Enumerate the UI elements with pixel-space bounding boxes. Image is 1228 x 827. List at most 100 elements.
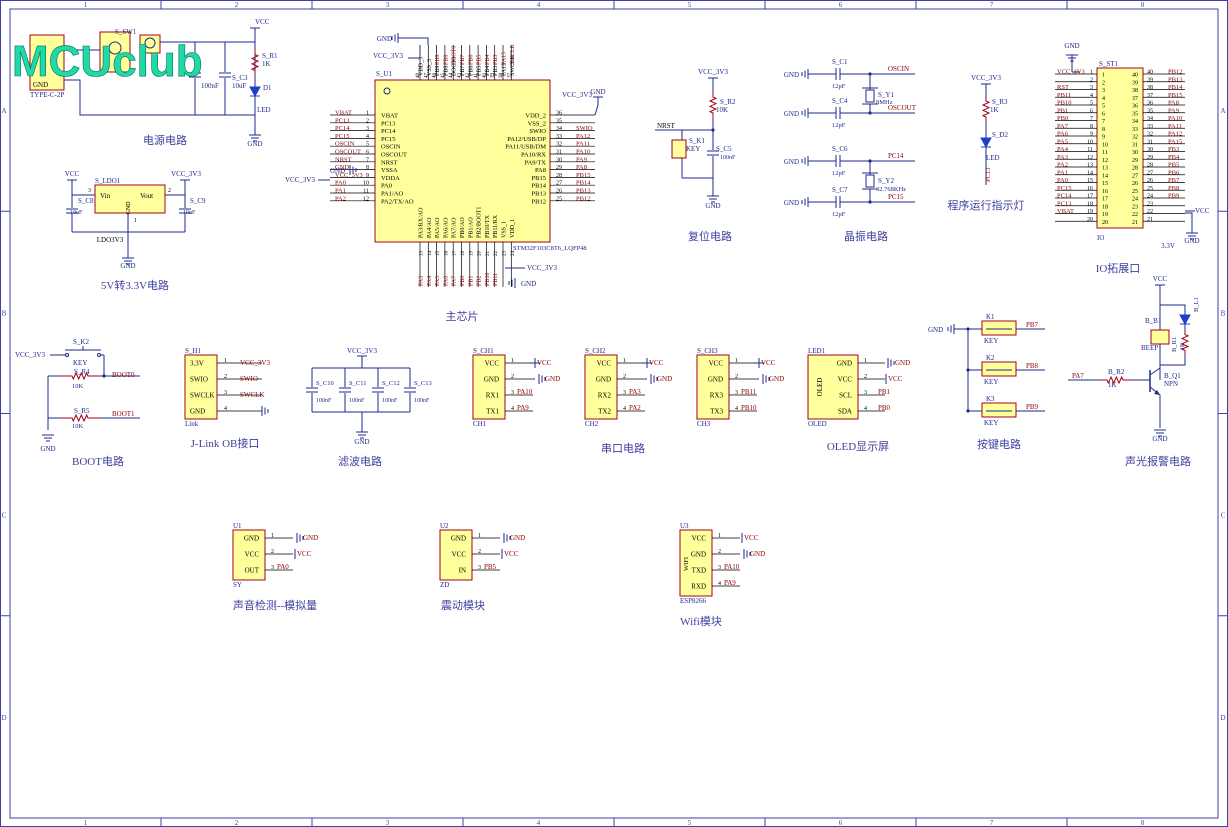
pin-number: 32 (556, 142, 562, 148)
pin-name: RX3 (710, 392, 724, 400)
pin-number: 44 (449, 73, 454, 79)
net-label: PB10 (1057, 100, 1071, 107)
pin-name: OUT (245, 567, 260, 575)
pin-number: 3 (511, 390, 514, 396)
column-marker: 8 (1141, 1, 1145, 9)
pin-number: 36 (1147, 101, 1153, 107)
ref-label: S_Y2 (878, 177, 894, 185)
pin-number: 17 (1087, 194, 1093, 200)
net-label: GND (657, 375, 672, 383)
pin-number: 29 (556, 165, 562, 171)
pin-number: 17 (453, 251, 458, 257)
part-label: TYPE-C-2P (30, 91, 64, 99)
net-label: PB6 (468, 55, 474, 65)
pin-number: 13 (1087, 163, 1093, 169)
pin-number: 2 (718, 549, 721, 555)
net-label: PA1 (1057, 169, 1068, 176)
part-label: ZD (440, 581, 449, 589)
pin-number: 3 (1090, 85, 1093, 91)
net-label: PA2 (629, 404, 641, 412)
value-label: 10uF (183, 210, 196, 216)
net-label: PA4 (1057, 146, 1069, 153)
net-label: VCC_3V3 (240, 359, 270, 367)
net-label: VCC (761, 359, 776, 367)
wire (1160, 304, 1186, 315)
pin-name: GND (691, 551, 706, 559)
pin-number: 15 (436, 251, 441, 257)
mcuclub-logo: MCUclub (12, 37, 203, 86)
wire (708, 92, 718, 118)
net-label: PB7 (1026, 321, 1039, 329)
pin-number: 1 (271, 533, 274, 539)
net-label: PA1 (335, 188, 346, 195)
net-label: NRST (335, 156, 352, 163)
column-marker: 2 (235, 1, 239, 9)
mcu-stm32: S_U1STM32F103C8T6_LQFP48VBAT1VBATPC132PC… (285, 33, 606, 323)
net-label: GND (521, 280, 536, 288)
net-label: NRST (657, 122, 676, 130)
pin-name: RXD (691, 583, 706, 591)
alarm-circuit: VCCB_L1B_R1 1KB_B1BEEPPA7 B_R21KB_Q1NPNGND… (1068, 275, 1200, 468)
net-label: PB13 (576, 188, 590, 195)
net-label: PA6 (443, 276, 449, 286)
value-label: 32.768KHz (876, 186, 906, 193)
schematic-sheet: 1122334455667788A AB BC CD DGNDTYPE-C-2PS_SW… (0, 0, 1228, 827)
pin-name: PA0 (381, 183, 392, 190)
pin-number: 21 (1132, 220, 1138, 226)
net-label: PA12 (576, 133, 590, 140)
pin-number: 14 (428, 251, 433, 257)
led-icon (249, 86, 261, 98)
net-label: PC15 (335, 133, 349, 140)
pin-number: 48 (416, 73, 421, 79)
pin-number: 15 (1087, 178, 1093, 184)
pin-name: VDD_2 (525, 113, 546, 120)
ref-label: S_SW1 (115, 28, 137, 36)
column-marker: 2 (235, 819, 239, 827)
net-label: PB4 (1168, 154, 1180, 161)
section-title: OLED显示屏 (827, 440, 889, 453)
key-button (981, 402, 1017, 418)
net-label: PB9 (435, 55, 441, 65)
net-label: VCC_3V3 (1057, 69, 1085, 76)
value-label: 100nF (382, 398, 398, 404)
value-label: 1K (1108, 381, 1117, 389)
pin-number: 4 (735, 406, 738, 412)
pin-name: VCC (485, 360, 500, 368)
pin-number: 3 (271, 565, 274, 571)
net-label: PB11 (741, 388, 757, 396)
pin-name: VSSA (381, 167, 398, 174)
crystal-icon (865, 89, 875, 103)
ref-label: S_C9 (190, 197, 206, 205)
pin-number: 18 (1102, 204, 1108, 210)
pin-number: 28 (1147, 163, 1153, 169)
pin-number: 41 (474, 73, 479, 79)
net-label: PB3 (1168, 146, 1179, 153)
value-label: KEY (686, 145, 700, 153)
wire (1180, 330, 1190, 355)
pin-name: GND (596, 376, 611, 384)
pin-name: SWIO (190, 376, 208, 384)
pin-number: 11 (1087, 147, 1093, 153)
pin-number: 2 (1090, 77, 1093, 83)
pin-number: 1 (864, 358, 867, 364)
pin-number: 4 (511, 406, 514, 412)
pin-number: 36 (1132, 104, 1138, 110)
net-label: PA9 (1168, 107, 1179, 114)
net-label: OSCOUT (335, 149, 361, 156)
pin-number: 25 (1132, 189, 1138, 195)
net-label: PA9 (517, 404, 529, 412)
net-label: GND (377, 35, 392, 43)
junction-dot (966, 368, 970, 372)
net-label: PA2 (1057, 162, 1068, 169)
pin-number: 3 (478, 565, 481, 571)
pin-number: 23 (503, 251, 508, 257)
net-label: VCC_3V3 (347, 347, 377, 355)
ref-label: S_Y1 (878, 91, 894, 99)
pin-number: 27 (1132, 173, 1138, 179)
net-label: PB15 (1168, 92, 1182, 99)
pin-name: VCC (692, 535, 707, 543)
pin-number: 32 (1147, 132, 1153, 138)
net-label: SWCLK (510, 43, 516, 65)
pin-name: GND (190, 408, 205, 416)
net-label: GND (784, 110, 799, 118)
